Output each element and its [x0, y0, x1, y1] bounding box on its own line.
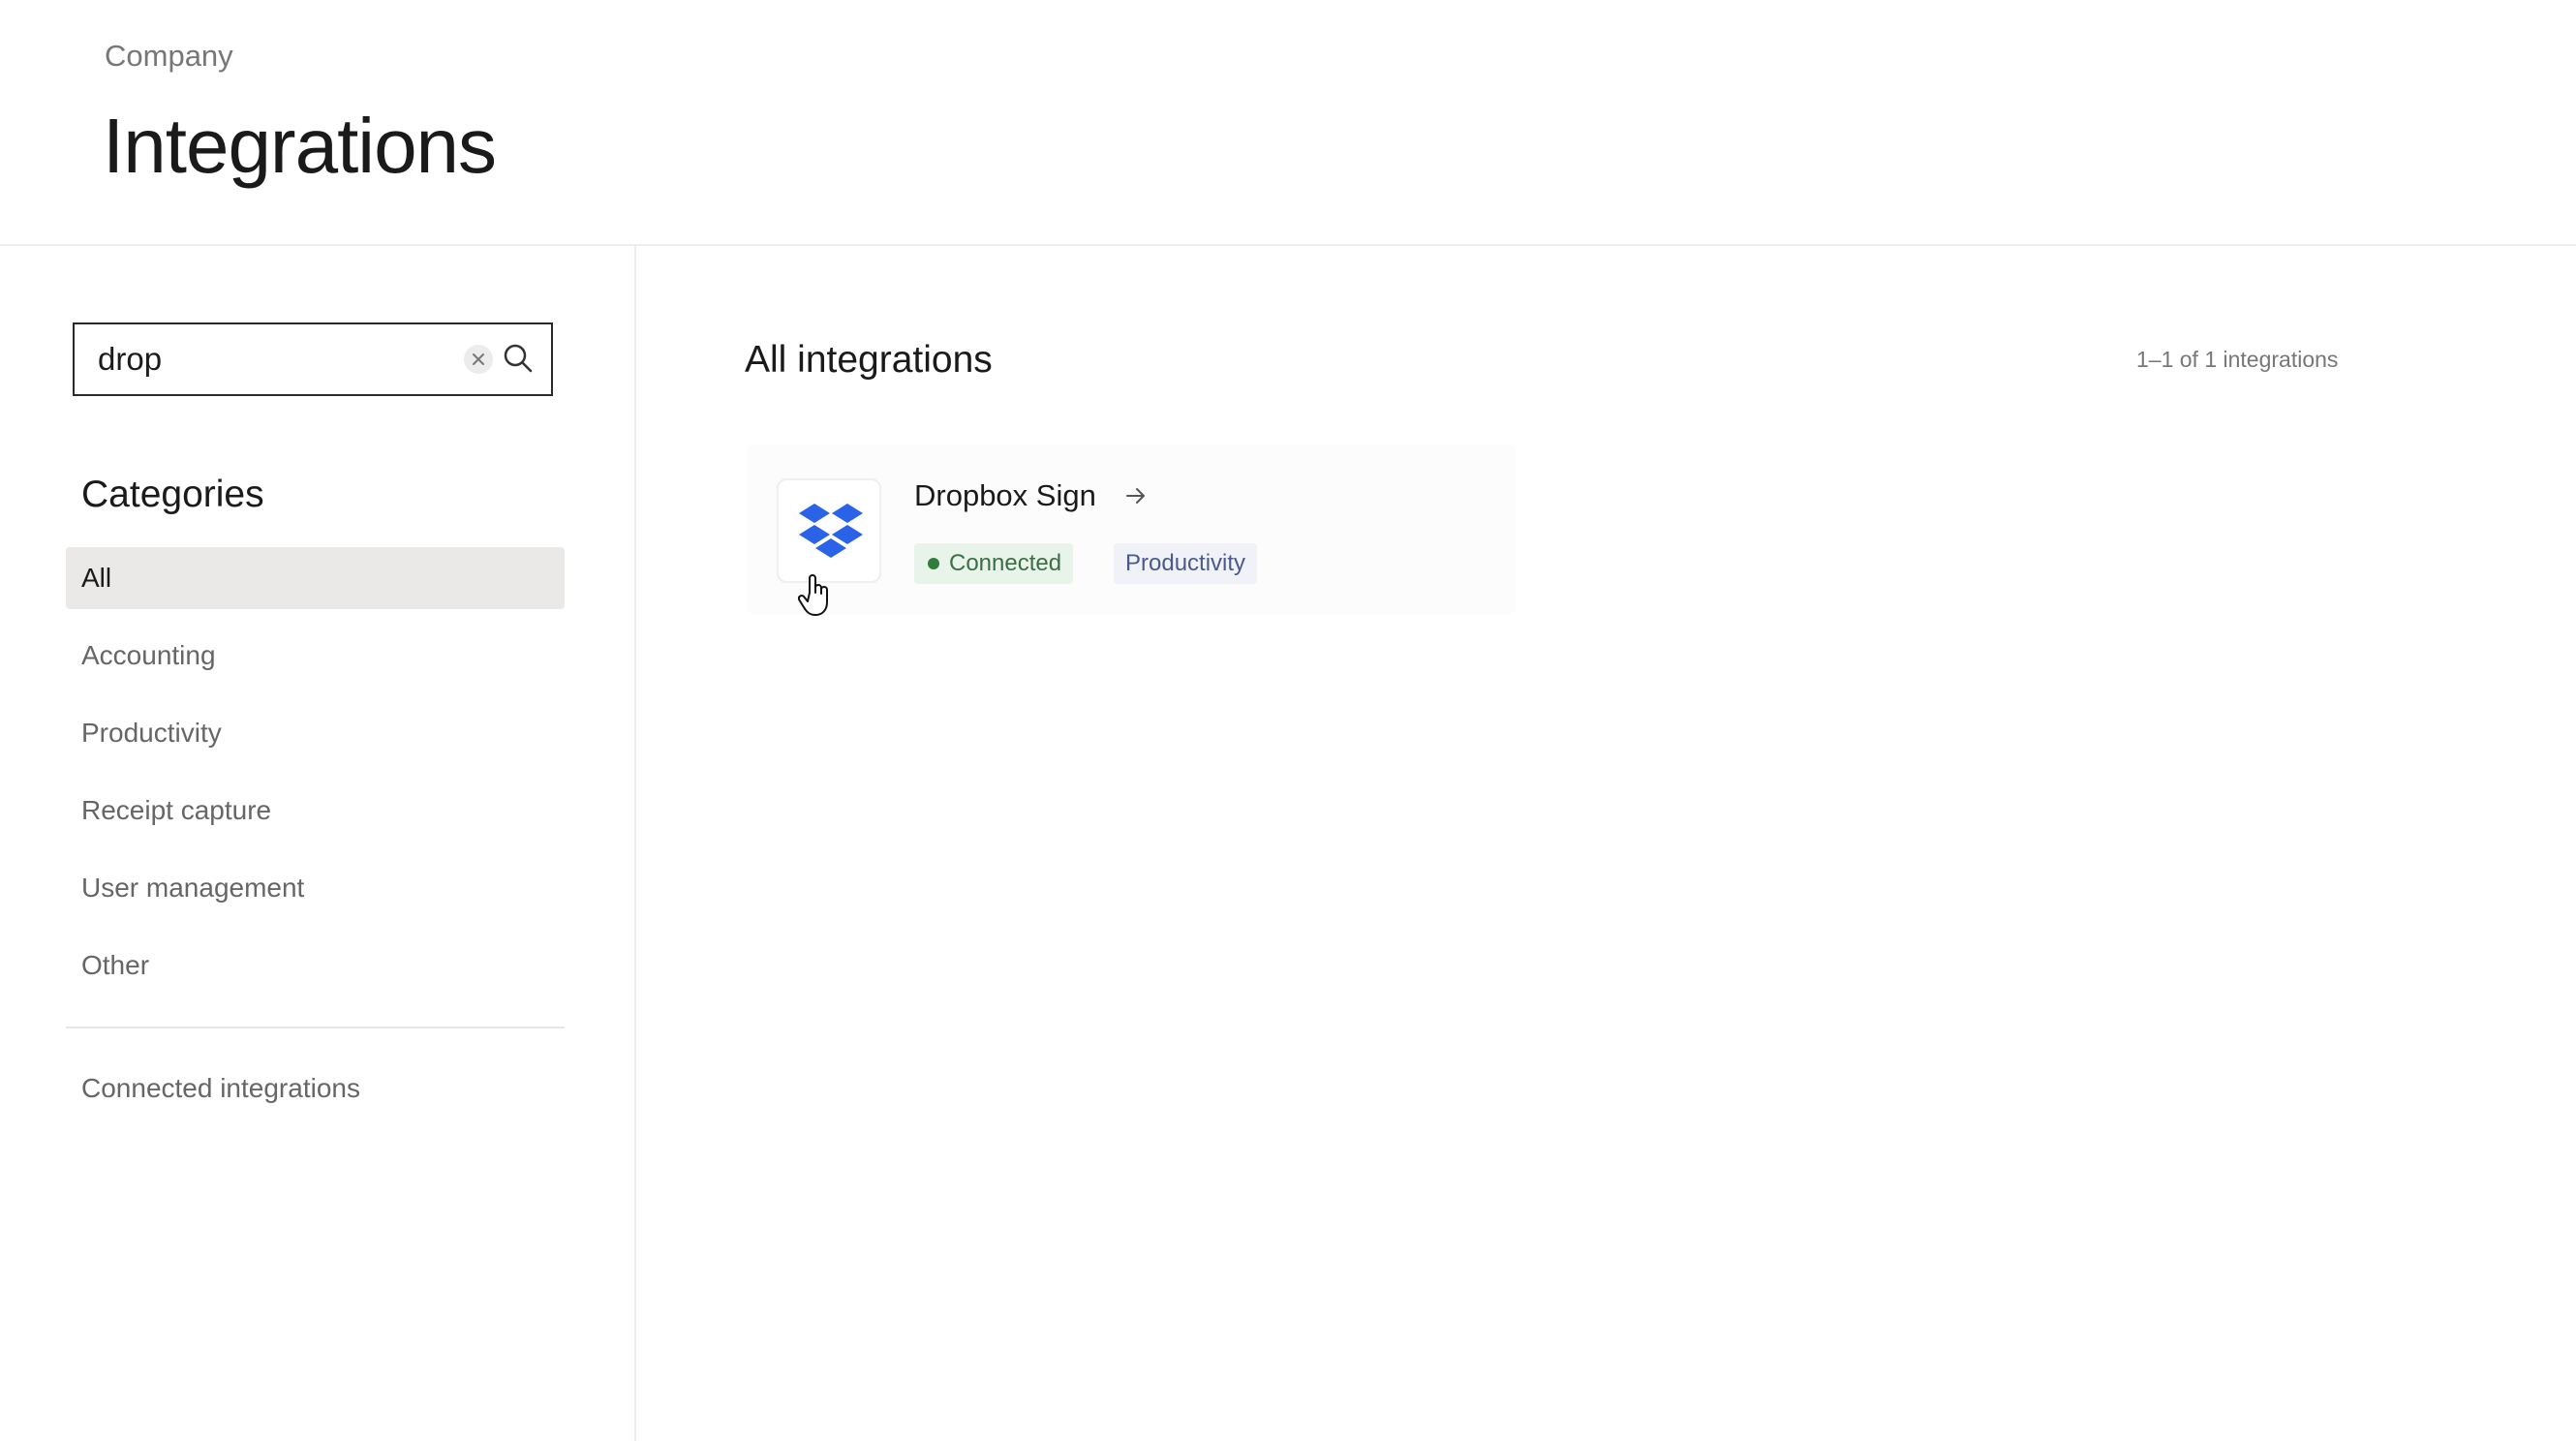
- page-title: Integrations: [103, 103, 497, 189]
- category-badge: Productivity: [1114, 543, 1258, 584]
- integration-card[interactable]: Dropbox Sign Connected Productivity: [746, 445, 1517, 615]
- breadcrumb[interactable]: Company: [105, 39, 233, 74]
- categories-heading: Categories: [81, 474, 264, 515]
- result-count: 1–1 of 1 integrations: [2136, 347, 2339, 372]
- category-item-all[interactable]: All: [66, 547, 565, 609]
- status-dot-icon: [928, 558, 939, 569]
- hand-cursor-icon: [797, 573, 833, 618]
- clear-icon[interactable]: [464, 345, 493, 374]
- dropbox-logo: [777, 478, 881, 583]
- connected-integrations-link[interactable]: Connected integrations: [81, 1073, 360, 1104]
- page-header: Company Integrations: [0, 0, 2576, 246]
- section-title: All integrations: [745, 339, 993, 381]
- search-icon[interactable]: [502, 342, 535, 375]
- category-list: All Accounting Productivity Receipt capt…: [66, 547, 565, 1012]
- search-box[interactable]: [73, 322, 553, 396]
- category-item-accounting[interactable]: Accounting: [66, 625, 565, 687]
- search-input[interactable]: [98, 324, 466, 394]
- category-item-other[interactable]: Other: [66, 935, 565, 996]
- sidebar-divider: [66, 1027, 565, 1028]
- category-item-user-management[interactable]: User management: [66, 857, 565, 919]
- integration-name[interactable]: Dropbox Sign: [914, 478, 1096, 513]
- category-item-productivity[interactable]: Productivity: [66, 702, 565, 764]
- status-label: Connected: [949, 550, 1062, 576]
- category-item-receipt-capture[interactable]: Receipt capture: [66, 780, 565, 842]
- arrow-right-icon[interactable]: [1123, 483, 1149, 508]
- sidebar: Categories All Accounting Productivity R…: [0, 246, 636, 1441]
- dropbox-icon: [799, 504, 863, 558]
- status-badge: Connected: [914, 543, 1074, 584]
